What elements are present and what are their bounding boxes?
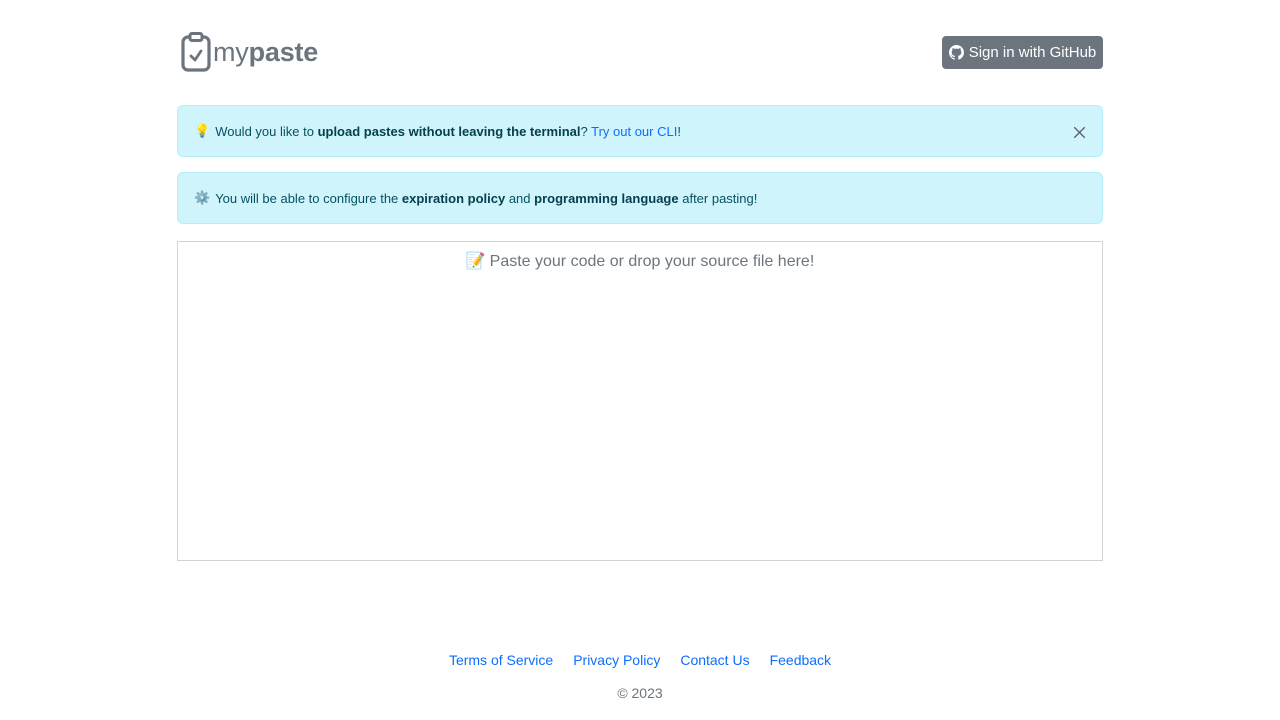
- github-icon: [948, 45, 964, 60]
- config-alert-bold-1: expiration policy: [401, 190, 506, 206]
- lightbulb-icon: 💡: [194, 123, 211, 139]
- cli-alert-text: Would you like to upload pastes without …: [215, 124, 681, 139]
- terms-link[interactable]: Terms of Service: [449, 652, 553, 668]
- config-alert-text-1: You will be able to configure the: [215, 190, 402, 206]
- logo-text: mypaste: [213, 32, 318, 72]
- copyright: © 2023: [617, 685, 663, 701]
- close-icon: [1073, 126, 1085, 138]
- contact-link[interactable]: Contact Us: [680, 652, 749, 668]
- logo[interactable]: mypaste: [181, 32, 318, 72]
- paste-placeholder: 📝 Paste your code or drop your source fil…: [178, 250, 1102, 273]
- close-alert-button[interactable]: [1070, 123, 1088, 141]
- footer-links: Terms of Service Privacy Policy Contact …: [177, 652, 1103, 668]
- github-signin-button[interactable]: Sign in with GitHub: [942, 36, 1103, 69]
- feedback-link[interactable]: Feedback: [770, 652, 831, 668]
- logo-text-prefix: my: [213, 37, 249, 67]
- config-alert-text-2: and: [505, 190, 535, 206]
- cli-link[interactable]: Try out our CLI: [591, 124, 677, 139]
- config-alert-bold-2: programming language: [534, 190, 679, 206]
- cli-alert-text-mid: ?: [580, 123, 592, 139]
- cli-alert-text-before: Would you like to: [215, 123, 318, 139]
- config-alert: ⚙️ You will be able to configure the exp…: [177, 172, 1103, 224]
- signin-label: Sign in with GitHub: [968, 44, 1097, 61]
- page-container: mypaste Sign in with GitHub 💡 Would you …: [177, 0, 1103, 720]
- paste-dropzone[interactable]: 📝 Paste your code or drop your source fil…: [177, 241, 1103, 561]
- gear-icon: ⚙️: [194, 190, 211, 206]
- header: mypaste Sign in with GitHub: [177, 0, 1103, 100]
- config-alert-text: You will be able to configure the expira…: [215, 191, 757, 206]
- config-alert-text-3: after pasting!: [678, 190, 758, 206]
- memo-icon: 📝: [465, 251, 486, 270]
- privacy-link[interactable]: Privacy Policy: [573, 652, 660, 668]
- paste-placeholder-text: Paste your code or drop your source file…: [489, 253, 815, 270]
- cli-alert: 💡 Would you like to upload pastes withou…: [177, 105, 1103, 157]
- cli-alert-bold: upload pastes without leaving the termin…: [317, 123, 581, 139]
- cli-alert-text-after: !: [677, 123, 681, 139]
- clipboard-check-icon: [181, 32, 211, 72]
- logo-text-suffix: paste: [248, 37, 319, 67]
